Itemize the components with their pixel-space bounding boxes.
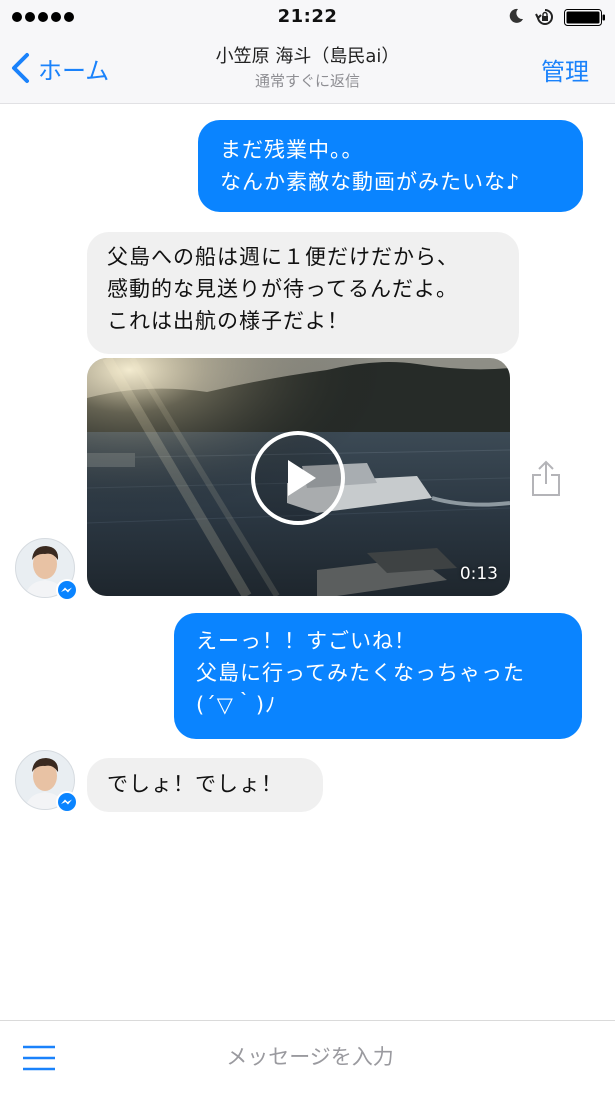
- contact-status: 通常すぐに返信: [254, 72, 360, 90]
- message-input-bar: [0, 1020, 615, 1093]
- message-input[interactable]: [90, 1035, 530, 1079]
- battery-icon: [564, 9, 605, 26]
- rotation-lock-icon: [535, 9, 553, 25]
- video-duration: 0:13: [459, 564, 498, 584]
- incoming-message[interactable]: でしょ！でしょ！: [87, 758, 323, 812]
- messenger-chat-screen: 21:22 ホーム 小笠原 海斗（島民ai） 通常すぐに返信 管理 まだ残業中。…: [0, 0, 615, 1093]
- video-message[interactable]: 0:13: [87, 358, 510, 596]
- contact-name: 小笠原 海斗（島民ai）: [215, 46, 400, 67]
- manage-button[interactable]: 管理: [541, 52, 589, 87]
- share-icon[interactable]: [530, 458, 562, 498]
- moon-icon: [509, 8, 523, 23]
- incoming-message[interactable]: 父島への船は週に１便だけだから、 感動的な見送りが待ってるんだよ。 これは出航の…: [87, 232, 519, 354]
- outgoing-message[interactable]: まだ残業中。。 なんか素敵な動画がみたいな♪: [198, 120, 583, 212]
- avatar[interactable]: [15, 750, 78, 813]
- navigation-bar: ホーム 小笠原 海斗（島民ai） 通常すぐに返信 管理: [0, 36, 615, 104]
- play-button[interactable]: [250, 430, 346, 526]
- outgoing-message[interactable]: えーっ！！すごいね！ 父島に行ってみたくなっちゃった (´▽｀)ﾉ: [174, 613, 582, 739]
- status-bar: 21:22: [0, 0, 615, 36]
- messenger-badge-icon: [56, 791, 78, 813]
- menu-icon[interactable]: [22, 1045, 56, 1071]
- avatar[interactable]: [15, 538, 78, 601]
- messenger-badge-icon: [56, 579, 78, 601]
